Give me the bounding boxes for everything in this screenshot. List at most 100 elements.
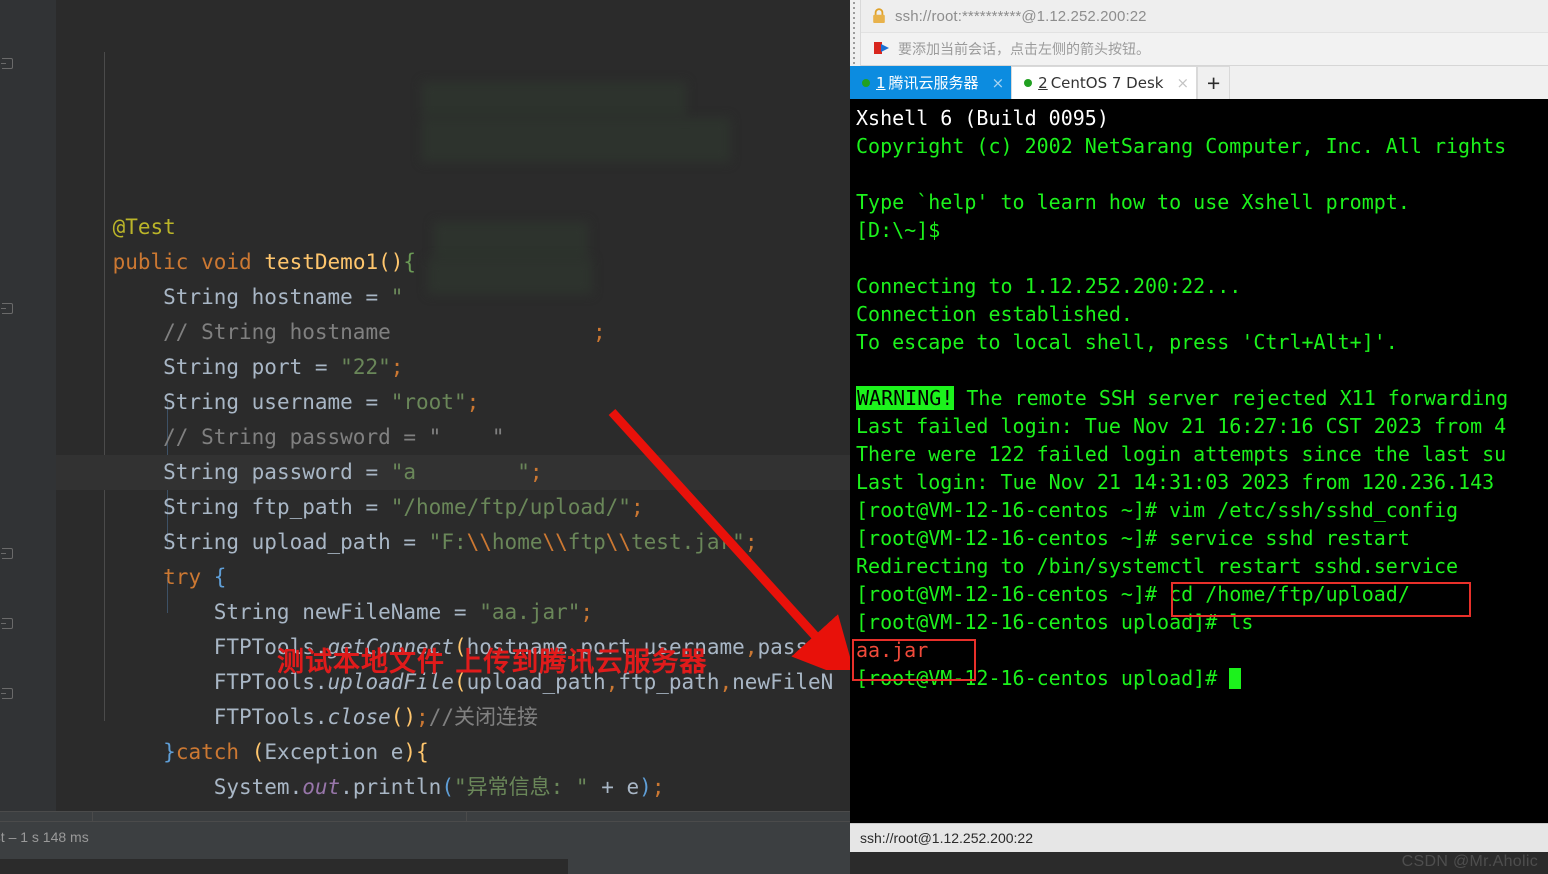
terminal-line: Connection established. — [856, 300, 1548, 328]
code-line: }catch (Exception e){ — [56, 735, 850, 770]
test-duration-label: est – 1 s 148 ms — [0, 829, 89, 845]
address-bar[interactable]: ssh://root:**********@1.12.252.200:22 — [861, 0, 1548, 33]
terminal-line: There were 122 failed login attempts sin… — [856, 440, 1548, 468]
code-line: // String password = " " — [56, 420, 850, 455]
code-token: String upload_path = — [163, 530, 429, 554]
code-token: ; — [744, 530, 758, 554]
code-token: \\ — [466, 530, 492, 554]
annotation-text: 测试本地文件 上传到腾讯云服务器 — [277, 647, 708, 678]
code-line: String password = "a "; — [56, 455, 850, 490]
terminal-line: To escape to local shell, press 'Ctrl+Al… — [856, 328, 1548, 356]
hint-bar: 要添加当前会话，点击左侧的箭头按钮。 — [861, 33, 1548, 66]
tab-label: CentOS 7 Desk — [1050, 74, 1164, 92]
terminal-line: Type `help' to learn how to use Xshell p… — [856, 188, 1548, 216]
terminal-line: [D:\~]$ — [856, 216, 1548, 244]
code-token: { — [213, 565, 227, 589]
terminal-text: Type `help' to learn how to use Xshell p… — [856, 190, 1410, 214]
code-token: String hostname = — [163, 285, 391, 309]
close-icon[interactable]: × — [1176, 74, 1189, 92]
code-token: newFileN — [732, 670, 834, 694]
close-icon[interactable]: × — [992, 74, 1005, 92]
terminal-text: There were 122 failed login attempts sin… — [856, 442, 1507, 466]
code-token: testDemo1 — [264, 250, 379, 274]
code-token: // String password = " " — [163, 425, 505, 449]
code-token: ; — [580, 600, 594, 624]
code-token: Exception e — [264, 740, 404, 764]
code-token: void — [201, 250, 252, 274]
terminal-line: aa.jar — [856, 636, 1548, 664]
terminal-text: [root@VM-12-16-centos ~]# vim /etc/ssh/s… — [856, 498, 1459, 522]
code-line: String ftp_path = "/home/ftp/upload/"; — [56, 490, 850, 525]
terminal-text: Redirecting to /bin/systemctl restart ss… — [856, 554, 1459, 578]
code-line: try { — [56, 560, 850, 595]
code-token: out — [302, 775, 341, 799]
tab-number: 2 — [1038, 74, 1048, 92]
terminal-line: Connecting to 1.12.252.200:22... — [856, 272, 1548, 300]
code-token: ; — [529, 460, 543, 484]
code-line: // String hostname ; — [56, 315, 850, 350]
terminal-text: Copyright (c) 2002 NetSarang Computer, I… — [856, 134, 1507, 158]
code-fold-marker[interactable] — [1, 548, 13, 559]
code-token: FTPTools. — [213, 705, 328, 729]
code-fold-marker[interactable] — [1, 618, 13, 629]
connection-status-dot — [1024, 79, 1033, 87]
code-fold-marker[interactable] — [1, 58, 13, 69]
terminal-line: Redirecting to /bin/systemctl restart ss… — [856, 552, 1548, 580]
code-token: .println — [340, 775, 442, 799]
code-fold-marker[interactable] — [1, 688, 13, 699]
code-token: ) — [403, 740, 417, 764]
code-token: " — [390, 285, 404, 309]
code-line-list: @Test public void testDemo1(){ String ho… — [56, 210, 850, 874]
hint-text: 要添加当前会话，点击左侧的箭头按钮。 — [898, 42, 1150, 58]
terminal-line: [root@VM-12-16-centos ~]# vim /etc/ssh/s… — [856, 496, 1548, 524]
address-url: ssh://root:**********@1.12.252.200:22 — [895, 7, 1147, 25]
lock-icon — [872, 8, 886, 24]
code-line: String upload_path = "F:\\home\\ftp\\tes… — [56, 525, 850, 560]
connection-status-dot — [862, 78, 870, 87]
terminal-text: Xshell 6 (Build 0095) — [856, 106, 1109, 130]
code-token: ; — [390, 355, 404, 379]
terminal-text: Last login: Tue Nov 21 14:31:03 2023 fro… — [856, 470, 1495, 494]
code-token: String ftp_path = — [163, 495, 391, 519]
code-fold-marker[interactable] — [1, 303, 13, 314]
session-tab-1[interactable]: 1 腾讯云服务器 × — [850, 66, 1012, 99]
code-token: // String hostname — [163, 320, 391, 344]
code-token: ; — [466, 390, 480, 414]
terminal-line: Last failed login: Tue Nov 21 16:27:16 C… — [856, 412, 1548, 440]
new-tab-button[interactable]: + — [1197, 66, 1231, 99]
terminal-line: WARNING! The remote SSH server rejected … — [856, 384, 1548, 412]
terminal-text: aa.jar — [856, 638, 929, 662]
terminal-text: Last failed login: Tue Nov 21 16:27:16 C… — [856, 414, 1507, 438]
code-token: "异常信息: " — [453, 775, 589, 799]
code-token: "a — [390, 460, 417, 484]
editor-gutter[interactable] — [0, 0, 56, 811]
code-token: } — [163, 740, 176, 764]
terminal-text: WARNING! — [856, 386, 955, 410]
code-token: \\ — [542, 530, 568, 554]
code-token: String newFileName = — [213, 600, 480, 624]
tab-number: 1 — [876, 73, 886, 92]
code-token: String port = — [163, 355, 341, 379]
redacted-hostname-comment — [422, 118, 730, 162]
code-token: + — [588, 775, 627, 799]
code-token: passwo — [757, 635, 834, 659]
code-editor[interactable]: @Test public void testDemo1(){ String ho… — [56, 0, 850, 834]
terminal-line: Last login: Tue Nov 21 14:31:03 2023 fro… — [856, 468, 1548, 496]
terminal-output[interactable]: Xshell 6 (Build 0095) Copyright (c) 2002 … — [850, 99, 1548, 823]
terminal-text: Connection established. — [856, 302, 1133, 326]
terminal-line: [root@VM-12-16-centos ~]# cd /home/ftp/u… — [856, 580, 1548, 608]
session-tab-2[interactable]: 2 CentOS 7 Desk × — [1011, 66, 1198, 99]
terminal-text: [root@VM-12-16-centos upload]# — [856, 666, 1230, 690]
code-token: close — [327, 705, 391, 729]
